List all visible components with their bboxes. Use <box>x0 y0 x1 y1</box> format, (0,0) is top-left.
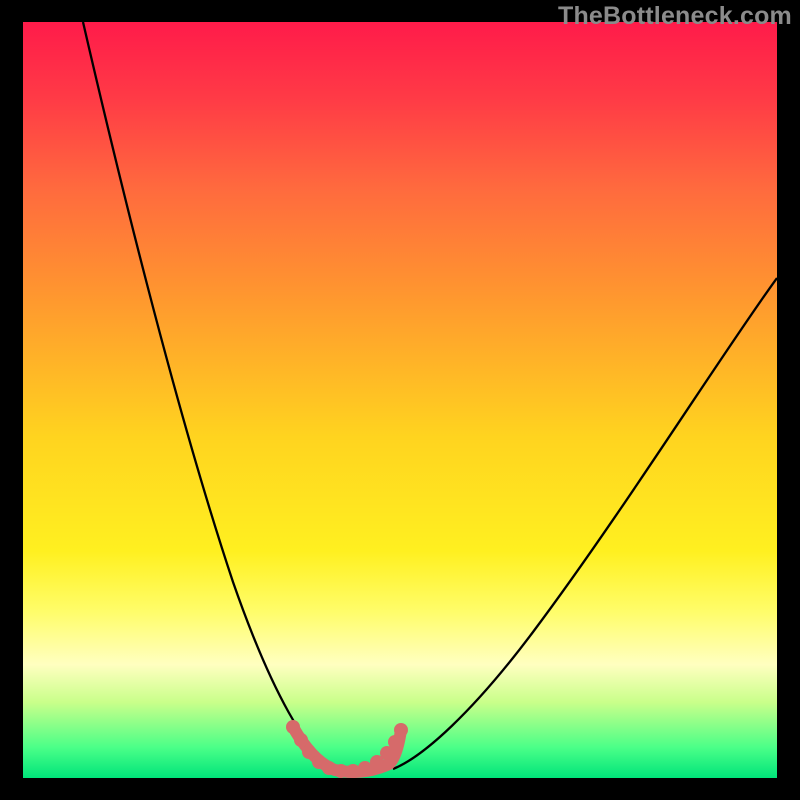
right-curve-line <box>393 278 777 769</box>
chart-svg <box>23 22 777 778</box>
chart-plot-area <box>23 22 777 778</box>
left-curve-line <box>83 22 333 769</box>
watermark-text: TheBottleneck.com <box>558 2 792 31</box>
